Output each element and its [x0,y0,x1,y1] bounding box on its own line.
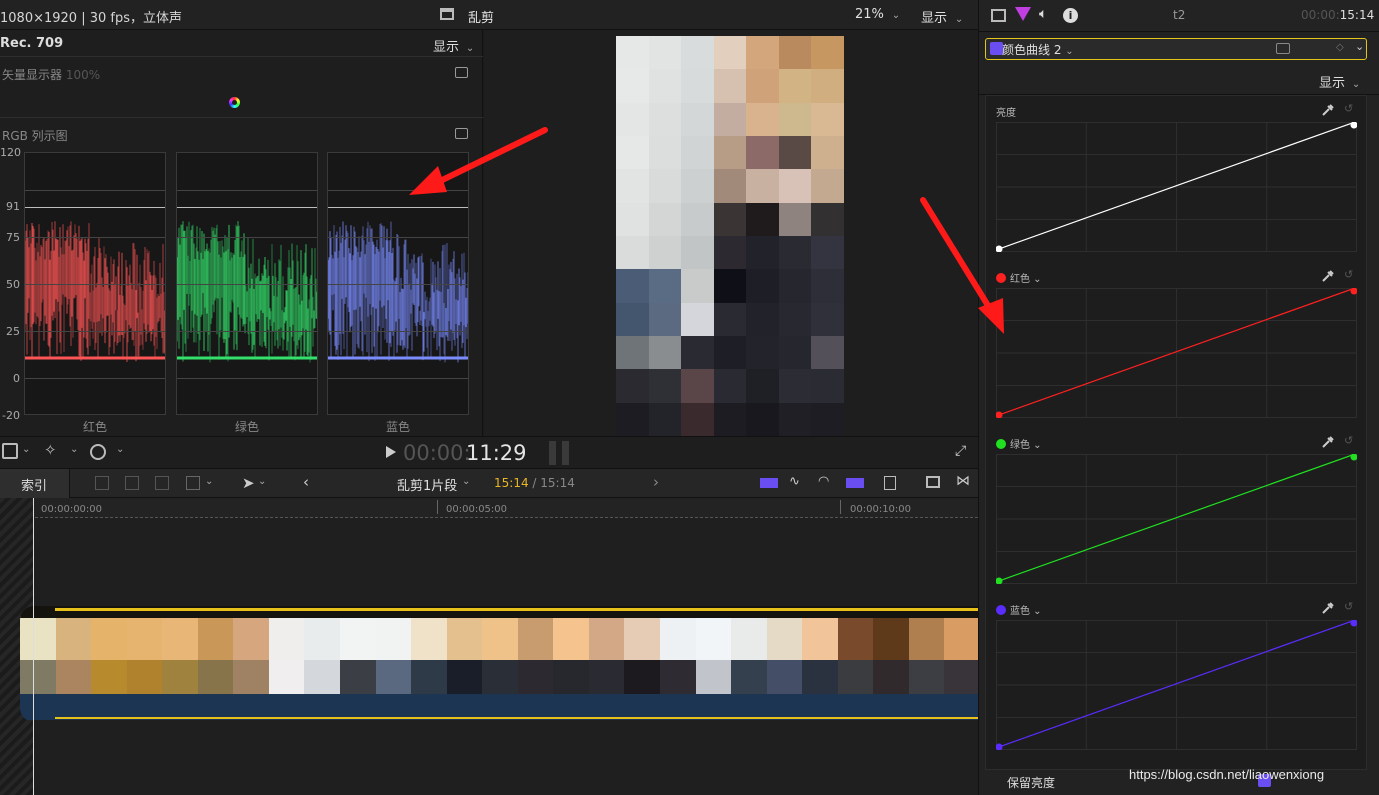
annotation-arrowhead [978,298,1004,334]
annotation-arrow [429,127,548,188]
annotation-arrowhead [409,166,447,195]
annotation-arrow [920,197,995,315]
annotation-arrows [409,127,1004,334]
